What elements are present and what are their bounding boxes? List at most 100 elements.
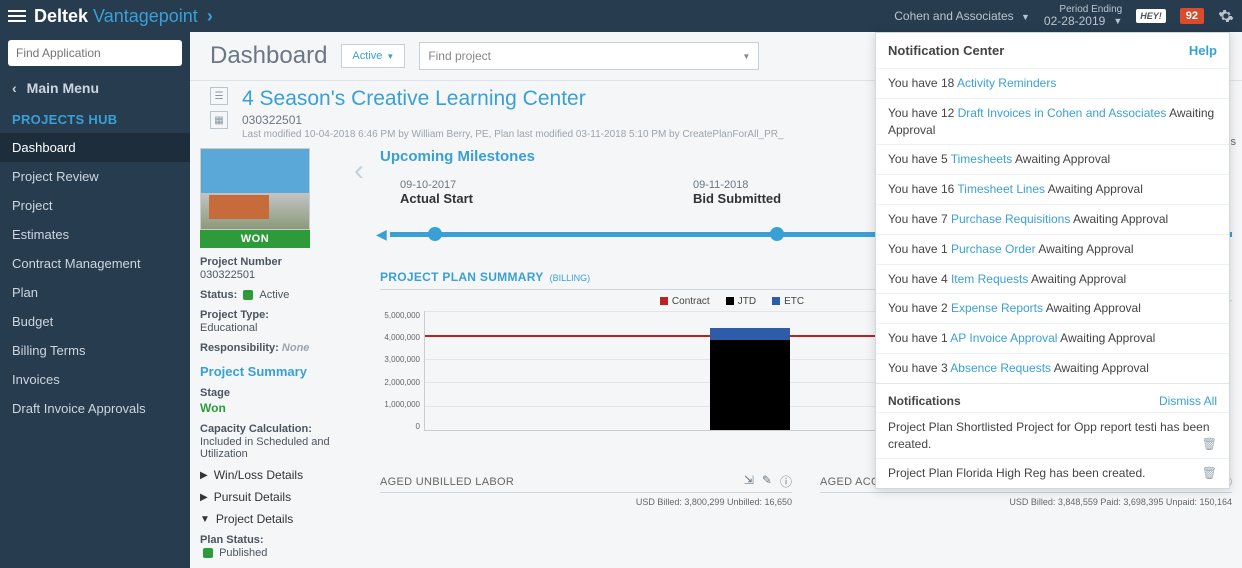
help-link[interactable]: Help (1189, 43, 1217, 58)
notification-item[interactable]: You have 18 Activity Reminders (876, 68, 1229, 98)
notification-item[interactable]: You have 12 Draft Invoices in Cohen and … (876, 98, 1229, 145)
nav-billing-terms[interactable]: Billing Terms (0, 336, 190, 365)
timeline-prev-icon[interactable]: ◀ (376, 226, 387, 243)
notification-item[interactable]: You have 4 Item Requests Awaiting Approv… (876, 264, 1229, 294)
main-menu-button[interactable]: ‹ Main Menu (0, 74, 190, 102)
gear-icon[interactable] (1218, 8, 1234, 24)
info-icon[interactable]: ⓘ (780, 473, 792, 490)
nav-project[interactable]: Project (0, 191, 190, 220)
project-title[interactable]: 4 Season's Creative Learning Center (242, 87, 784, 111)
chevron-left-icon: ‹ (12, 80, 17, 96)
period-ending[interactable]: Period Ending 02-28-2019 ▼ (1044, 4, 1122, 28)
brand-chevron-icon: › (207, 6, 213, 26)
title-icons: ☰ ▦ (210, 87, 228, 129)
find-application-input[interactable] (8, 40, 182, 66)
topbar-right: Cohen and Associates ▼ Period Ending 02-… (894, 4, 1234, 28)
notification-item[interactable]: You have 1 Purchase Order Awaiting Appro… (876, 234, 1229, 264)
sidebar: ‹ Main Menu PROJECTS HUB Dashboard Proje… (0, 32, 190, 568)
notification-item[interactable]: You have 3 Absence Requests Awaiting App… (876, 353, 1229, 383)
label-responsibility: Responsibility: None (200, 342, 350, 354)
brand[interactable]: Deltek Vantagepoint › (34, 6, 213, 27)
triangle-right-icon: ▶ (200, 470, 208, 481)
nav-budget[interactable]: Budget (0, 307, 190, 336)
caret-down-icon: ▼ (1021, 12, 1030, 22)
notifications-subtitle: Notifications (888, 394, 961, 408)
expander-project-details[interactable]: ▼Project Details (200, 512, 350, 526)
notification-news-item: Project Plan Shortlisted Project for Opp… (876, 412, 1229, 459)
nav-draft-invoice-approvals[interactable]: Draft Invoice Approvals (0, 394, 190, 423)
notification-link[interactable]: Absence Requests (950, 361, 1051, 375)
notification-link[interactable]: Purchase Order (951, 242, 1036, 256)
notification-link[interactable]: Draft Invoices in Cohen and Associates (958, 106, 1167, 120)
y-axis: 5,000,0004,000,0003,000,0002,000,0001,00… (380, 311, 424, 431)
triangle-right-icon: ▶ (200, 492, 208, 503)
hey-badge[interactable]: HEY! (1136, 9, 1166, 23)
chart-title: PROJECT PLAN SUMMARY (380, 270, 544, 284)
notification-item[interactable]: You have 1 AP Invoice Approval Awaiting … (876, 323, 1229, 353)
list-icon[interactable]: ☰ (210, 87, 228, 105)
notification-link[interactable]: Purchase Requisitions (951, 212, 1070, 226)
grid-icon[interactable]: ▦ (210, 111, 228, 129)
notification-count-badge[interactable]: 92 (1180, 8, 1204, 24)
value-project-number: 030322501 (200, 269, 350, 281)
expand-icon[interactable]: ⇲ (744, 473, 754, 490)
status-dot-icon (243, 290, 253, 300)
topbar: Deltek Vantagepoint › Cohen and Associat… (0, 0, 1242, 32)
timeline-handle[interactable] (770, 227, 784, 241)
brand-name-a: Deltek (34, 6, 88, 26)
nav-contract-management[interactable]: Contract Management (0, 249, 190, 278)
project-image (200, 148, 310, 230)
value-capacity: Included in Scheduled and Utilization (200, 436, 350, 460)
nav-plan[interactable]: Plan (0, 278, 190, 307)
timeline-handle[interactable] (428, 227, 442, 241)
nav-dashboard[interactable]: Dashboard (0, 133, 190, 162)
bar-etc-segment (710, 328, 790, 340)
notification-item[interactable]: You have 16 Timesheet Lines Awaiting App… (876, 174, 1229, 204)
notification-link[interactable]: Timesheets (951, 152, 1013, 166)
company-dropdown[interactable]: Cohen and Associates ▼ (894, 9, 1030, 23)
trash-icon[interactable]: 🗑 (1202, 465, 1217, 482)
status-filter-dropdown[interactable]: Active ▼ (341, 44, 405, 68)
label-plan-status: Plan Status: (200, 534, 350, 546)
notification-link[interactable]: Item Requests (951, 272, 1028, 286)
project-summary-link[interactable]: Project Summary (200, 364, 350, 379)
milestone-item: 09-10-2017 Actual Start (400, 179, 473, 206)
project-thumbnail[interactable]: WON (200, 148, 310, 248)
hub-title: PROJECTS HUB (0, 102, 190, 133)
trash-icon[interactable]: 🗑 (1202, 436, 1217, 453)
notification-link[interactable]: Timesheet Lines (957, 182, 1045, 196)
nav-project-review[interactable]: Project Review (0, 162, 190, 191)
edit-icon[interactable]: ✎ (762, 473, 772, 490)
page-title: Dashboard (210, 42, 327, 70)
status-dot-icon (203, 548, 213, 558)
notification-link[interactable]: AP Invoice Approval (950, 331, 1057, 345)
collapse-left-icon[interactable]: ‹ (354, 154, 364, 188)
caret-down-icon: ▼ (1113, 17, 1122, 27)
notification-item[interactable]: You have 5 Timesheets Awaiting Approval (876, 144, 1229, 174)
notification-center-panel: Notification Center Help You have 18 Act… (875, 32, 1230, 489)
stacked-bar (710, 328, 790, 430)
nav-estimates[interactable]: Estimates (0, 220, 190, 249)
notification-link[interactable]: Expense Reports (951, 301, 1043, 315)
expander-pursuit[interactable]: ▶Pursuit Details (200, 490, 350, 504)
notification-link[interactable]: Activity Reminders (957, 76, 1056, 90)
value-project-type: Educational (200, 322, 350, 334)
menu-icon[interactable] (8, 7, 26, 25)
won-badge: WON (200, 230, 310, 248)
label-capacity: Capacity Calculation: (200, 423, 350, 435)
value-stage: Won (200, 401, 350, 415)
project-meta-panel: WON Project Number 030322501 Status: Act… (200, 148, 350, 568)
chart-subtitle: (BILLING) (550, 273, 591, 283)
notification-item[interactable]: You have 7 Purchase Requisitions Awaitin… (876, 204, 1229, 234)
aged-unbilled-labor: AGED UNBILLED LABOR ⇲ ✎ ⓘ USD Billed: 3,… (380, 473, 792, 507)
notification-item[interactable]: You have 2 Expense Reports Awaiting Appr… (876, 293, 1229, 323)
dismiss-all-link[interactable]: Dismiss All (1159, 394, 1217, 408)
label-project-number: Project Number (200, 256, 350, 268)
nav-invoices[interactable]: Invoices (0, 365, 190, 394)
brand-name-b: Vantagepoint (93, 6, 198, 26)
milestone-item: 09-11-2018 Bid Submitted (693, 179, 781, 206)
expander-winloss[interactable]: ▶Win/Loss Details (200, 468, 350, 482)
find-project-input[interactable]: Find project ▼ (419, 42, 759, 70)
caret-down-icon: ▼ (386, 52, 394, 61)
caret-down-icon: ▼ (742, 52, 750, 61)
